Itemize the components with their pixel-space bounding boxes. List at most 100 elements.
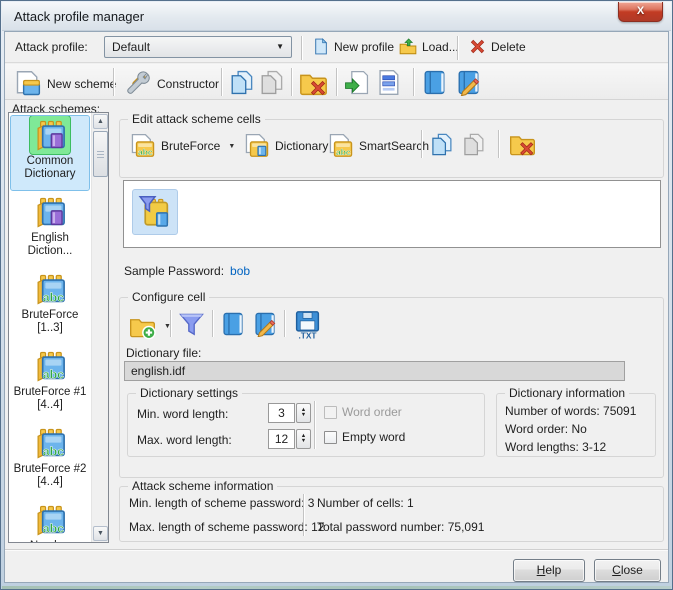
close-dialog-button[interactable]: Close — [594, 559, 661, 582]
list-item-common-dictionary[interactable]: Common Dictionary — [11, 116, 89, 190]
edit-scheme-button[interactable] — [454, 68, 483, 97]
copy-icon — [228, 69, 255, 96]
word-lengths-info: Word lengths: 3-12 — [505, 440, 606, 454]
configure-cell-group-label: Configure cell — [128, 290, 209, 304]
smartsearch-label: SmartSearch — [359, 139, 429, 153]
min-word-length-value[interactable]: 3 — [268, 403, 295, 423]
total-password-number: Total password number: 75,091 — [317, 520, 484, 534]
word-order-info: Word order: No — [505, 422, 587, 436]
scrollbar-thumb[interactable] — [93, 131, 108, 177]
filter-button[interactable] — [177, 310, 206, 339]
separator — [301, 36, 302, 60]
titlebar[interactable]: Attack profile manager X — [2, 2, 671, 31]
attack-profile-combobox[interactable]: Default ▼ — [104, 36, 292, 58]
word-order-label: Word order — [342, 405, 402, 419]
copy-cell-button[interactable] — [428, 131, 455, 158]
help-button[interactable]: Help — [513, 559, 585, 582]
smartsearch-cell-icon — [328, 133, 354, 159]
report-icon — [375, 69, 402, 96]
paste-icon — [258, 69, 285, 96]
scroll-up-button[interactable]: ▲ — [93, 114, 108, 129]
add-dictionary-cell-button[interactable]: Dictionary — [239, 130, 333, 162]
bruteforce-folder-icon — [34, 350, 67, 383]
save-txt-icon — [293, 310, 322, 339]
close-button[interactable]: X — [618, 2, 663, 22]
list-item-bruteforce[interactable]: BruteForce [1..3] — [11, 270, 89, 344]
spinner-buttons[interactable]: ▲ ▼ — [296, 429, 311, 449]
copy-scheme-button[interactable] — [227, 68, 256, 97]
edit-dictionary-button[interactable] — [251, 310, 279, 338]
edit-dictionary-icon — [252, 311, 278, 337]
list-item-bruteforce-1[interactable]: BruteForce #1 [4..4] — [11, 347, 89, 421]
sample-password-row: Sample Password:bob — [124, 264, 250, 278]
delete-profile-button[interactable]: Delete — [464, 35, 531, 58]
dialog-body: Attack profile: Default ▼ New profile Lo… — [4, 31, 669, 583]
scroll-down-icon: ▼ — [94, 527, 107, 541]
save-as-txt-button[interactable] — [292, 309, 323, 340]
load-folder-icon — [399, 38, 417, 56]
list-item-english-dictionary[interactable]: English Diction... — [11, 193, 89, 267]
bruteforce-cell-icon — [130, 133, 156, 159]
dictionary-information-group: Dictionary information Number of words: … — [496, 393, 656, 457]
copy-cell-icon — [429, 132, 454, 157]
dictionary-file-field[interactable]: english.idf — [124, 361, 625, 381]
list-item-bruteforce-2[interactable]: BruteForce #2 [4..4] — [11, 424, 89, 498]
constructor-button[interactable]: Constructor — [119, 67, 224, 101]
new-profile-button[interactable]: New profile — [307, 35, 399, 58]
dictionary-folder-icon — [34, 119, 67, 152]
add-dictionary-button[interactable]: ▼ — [124, 310, 176, 343]
chevron-down-icon: ▼ — [228, 143, 235, 150]
scheme-toolbar: New scheme Constructor — [5, 64, 668, 100]
spinner-buttons[interactable]: ▲ ▼ — [296, 403, 311, 423]
dictionary-folder-icon — [34, 196, 67, 229]
delete-scheme-button[interactable] — [298, 68, 329, 99]
scroll-up-icon: ▲ — [94, 115, 107, 129]
load-label: Load... — [422, 40, 459, 54]
add-smartsearch-cell-button[interactable]: SmartSearch — [323, 130, 434, 162]
dictionary-label: Dictionary — [275, 139, 328, 153]
new-scheme-button[interactable]: New scheme — [9, 67, 121, 101]
separator — [291, 68, 292, 96]
checkbox-box — [324, 431, 337, 444]
combobox-value: Default — [112, 40, 150, 54]
add-dictionary-icon — [129, 313, 156, 340]
open-dictionaries-button[interactable] — [219, 310, 247, 338]
scroll-down-button[interactable]: ▼ — [93, 526, 108, 541]
dictionary-settings-group: Dictionary settings Min. word length: 3 … — [127, 393, 485, 457]
dictionaries-button[interactable] — [420, 68, 449, 97]
dictionary-information-label: Dictionary information — [505, 386, 629, 400]
selected-icon-highlight — [30, 116, 70, 154]
sample-password-label: Sample Password: — [124, 264, 224, 278]
scheme-cells-area[interactable] — [123, 180, 661, 248]
separator — [113, 68, 114, 96]
load-profile-button[interactable]: Load... — [394, 35, 464, 59]
configure-cell-group: Configure cell ▼ Dictionary file: englis… — [119, 297, 664, 478]
add-bruteforce-cell-button[interactable]: BruteForce ▼ — [125, 130, 240, 162]
separator — [221, 68, 222, 96]
list-item-label: English Diction... — [11, 232, 89, 258]
separator — [498, 130, 499, 158]
min-word-length-label: Min. word length: — [137, 407, 228, 421]
import-scheme-button[interactable] — [343, 69, 370, 96]
edit-scheme-icon — [455, 69, 482, 96]
word-order-checkbox: Word order — [324, 405, 402, 419]
paste-cell-button — [460, 131, 487, 158]
list-item-partial[interactable]: Numb... — [11, 501, 89, 543]
min-scheme-password-length: Min. length of scheme password: 3 — [129, 496, 314, 510]
empty-word-checkbox[interactable]: Empty word — [324, 430, 405, 444]
scheme-report-button[interactable] — [374, 68, 403, 97]
number-of-cells: Number of cells: 1 — [317, 496, 414, 510]
delete-cell-button[interactable] — [508, 130, 537, 159]
new-profile-label: New profile — [334, 40, 394, 54]
min-word-length-spinner[interactable]: 3 ▲ ▼ — [268, 403, 312, 423]
delete-cell-icon — [509, 131, 536, 158]
dictionary-settings-label: Dictionary settings — [136, 386, 242, 400]
dictionary-cell[interactable] — [132, 189, 178, 235]
import-icon — [344, 70, 369, 95]
empty-word-label: Empty word — [342, 430, 405, 444]
window-title: Attack profile manager — [14, 9, 144, 24]
max-word-length-spinner[interactable]: 12 ▲ ▼ — [268, 429, 312, 449]
spin-down-icon: ▼ — [301, 413, 306, 419]
list-scrollbar[interactable]: ▲ ▼ — [91, 113, 108, 542]
max-word-length-value[interactable]: 12 — [268, 429, 295, 449]
